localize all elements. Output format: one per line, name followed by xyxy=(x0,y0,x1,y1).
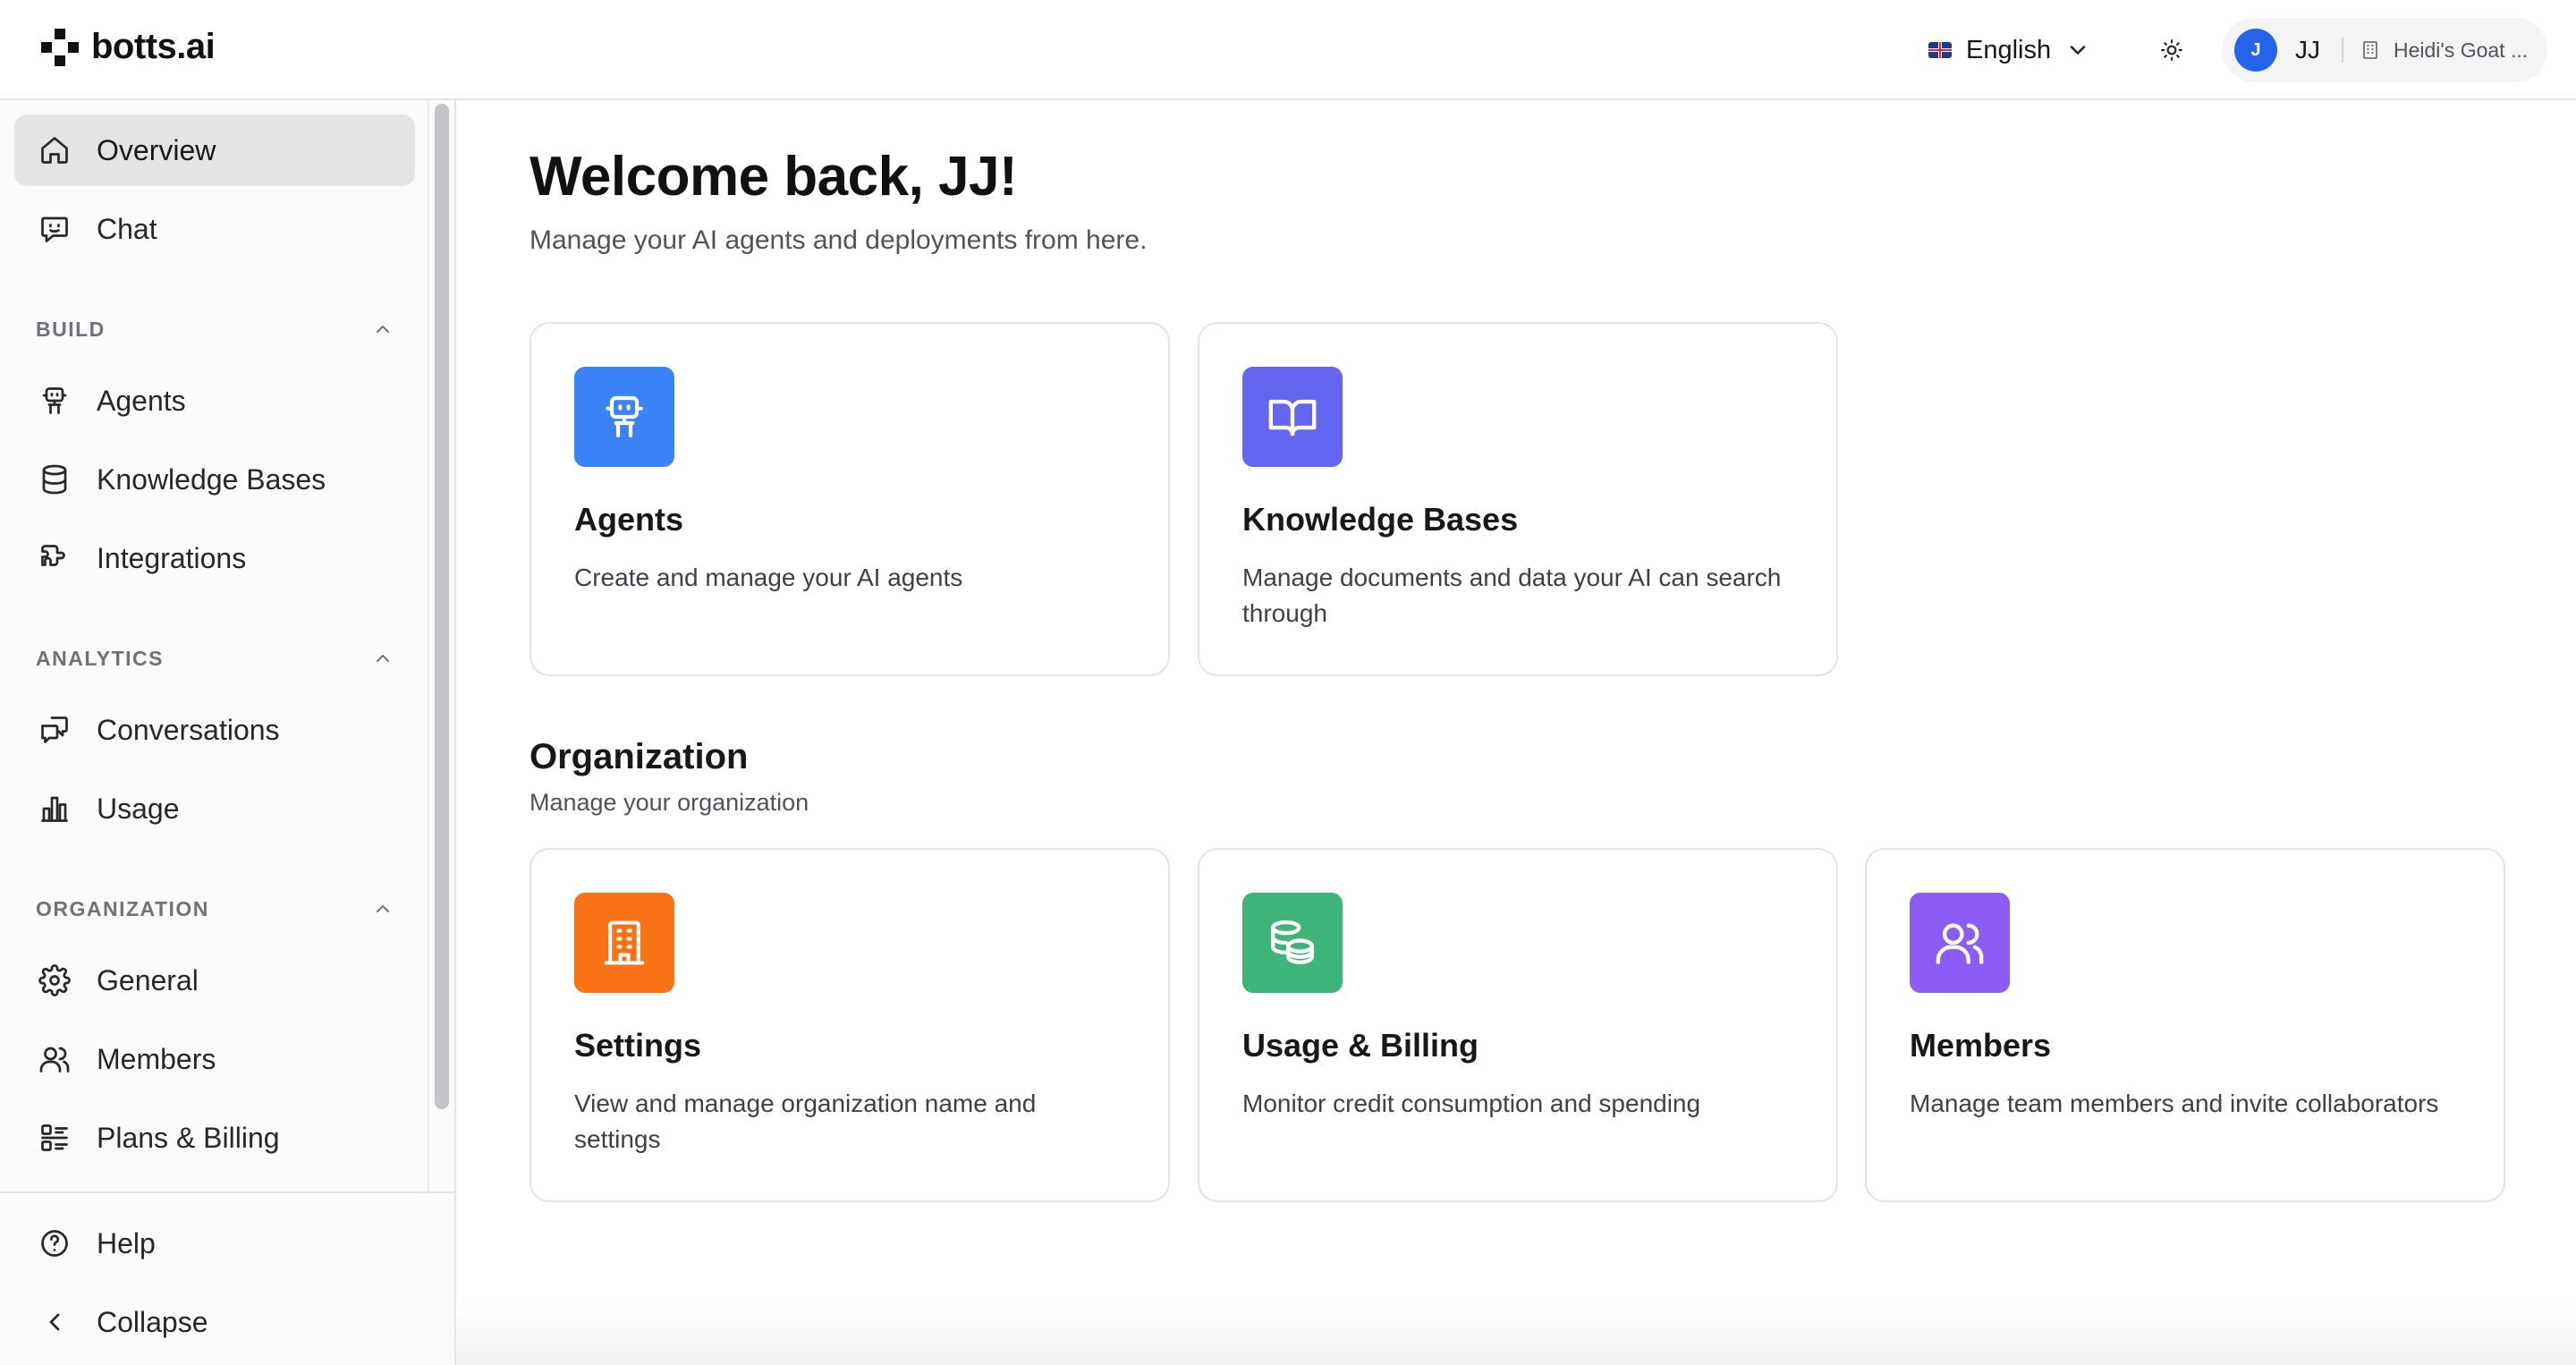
card-description: Manage documents and data your AI can se… xyxy=(1242,564,1782,627)
card-description: Create and manage your AI agents xyxy=(574,564,963,591)
sidebar-item-help[interactable]: Help xyxy=(14,1208,415,1279)
help-circle-icon xyxy=(38,1226,72,1260)
sidebar-item-label: Usage xyxy=(97,792,180,825)
chevron-left-icon xyxy=(38,1305,72,1339)
members-card[interactable]: Members Manage team members and invite c… xyxy=(1865,848,2505,1202)
sidebar-item-agents[interactable]: Agents xyxy=(14,365,415,437)
robot-icon xyxy=(574,367,674,467)
sidebar-item-integrations[interactable]: Integrations xyxy=(14,522,415,594)
settings-card[interactable]: Settings View and manage organization na… xyxy=(530,848,1170,1202)
organization-section-subtitle: Manage your organization xyxy=(530,789,809,816)
usage-billing-card[interactable]: Usage & Billing Monitor credit consumpti… xyxy=(1198,848,1838,1202)
card-description: View and manage organization name and se… xyxy=(574,1089,1037,1153)
avatar: J xyxy=(2234,29,2277,72)
main-content: Welcome back, JJ! Manage your AI agents … xyxy=(456,100,2576,1365)
sidebar-nav: Overview Chat BUILD Agents Knowledge Bas… xyxy=(0,100,429,1191)
sidebar-item-plans-billing[interactable]: Plans & Billing xyxy=(14,1102,415,1174)
sidebar-item-label: Collapse xyxy=(97,1305,208,1338)
app-name: botts.ai xyxy=(91,27,216,66)
card-title: Usage & Billing xyxy=(1242,1027,1479,1064)
page-subtitle: Manage your AI agents and deployments fr… xyxy=(530,225,1148,255)
coins-icon xyxy=(1242,893,1343,993)
chevron-down-icon xyxy=(2070,46,2086,55)
home-icon xyxy=(38,133,72,167)
users-icon xyxy=(1910,893,2010,993)
sidebar-item-usage[interactable]: Usage xyxy=(14,773,415,844)
account-switcher[interactable]: J JJ Heidi's Goat ... xyxy=(2222,18,2547,82)
language-selector[interactable]: English xyxy=(1928,27,2090,73)
sidebar-item-label: General xyxy=(97,963,199,996)
bottom-fade xyxy=(456,1293,2576,1365)
account-divider xyxy=(2342,38,2343,63)
sidebar-item-label: Plans & Billing xyxy=(97,1121,280,1154)
list-details-icon xyxy=(38,1121,72,1155)
sidebar-item-overview[interactable]: Overview xyxy=(14,114,415,186)
sidebar-item-label: Members xyxy=(97,1042,216,1075)
sidebar-item-chat[interactable]: Chat xyxy=(14,193,415,265)
top-bar: botts.ai English J JJ Heidi's Goat ... xyxy=(0,0,2576,100)
organization-name: Heidi's Goat ... xyxy=(2394,38,2529,62)
chevron-up-icon xyxy=(377,655,389,662)
uk-flag-icon xyxy=(1928,42,1952,58)
knowledge-bases-card[interactable]: Knowledge Bases Manage documents and dat… xyxy=(1198,322,1838,676)
chevron-up-icon xyxy=(377,326,389,333)
card-title: Agents xyxy=(574,501,684,538)
language-label: English xyxy=(1966,35,2052,64)
puzzle-icon xyxy=(38,541,72,575)
building-icon xyxy=(574,893,674,993)
sidebar-scrollbar[interactable] xyxy=(435,104,449,1109)
chat-bot-icon xyxy=(38,212,72,246)
sidebar-item-label: Chat xyxy=(97,212,157,245)
card-title: Members xyxy=(1910,1027,2052,1064)
sidebar-footer: Help Collapse xyxy=(0,1191,454,1365)
sidebar-item-label: Conversations xyxy=(97,713,280,746)
card-description: Monitor credit consumption and spending xyxy=(1242,1089,1701,1117)
theme-toggle-button[interactable] xyxy=(2150,29,2193,72)
sidebar-item-label: Overview xyxy=(97,133,216,166)
card-description: Manage team members and invite collabora… xyxy=(1910,1089,2439,1117)
sidebar-item-label: Help xyxy=(97,1226,156,1259)
sidebar: Overview Chat BUILD Agents Knowledge Bas… xyxy=(0,100,456,1365)
sidebar-item-knowledge-bases[interactable]: Knowledge Bases xyxy=(14,444,415,515)
conversations-icon xyxy=(38,713,72,747)
sidebar-item-conversations[interactable]: Conversations xyxy=(14,694,415,766)
section-build-toggle[interactable]: BUILD xyxy=(36,311,394,347)
organization-section-title: Organization xyxy=(530,737,749,776)
section-organization-toggle[interactable]: ORGANIZATION xyxy=(36,891,394,927)
bar-chart-icon xyxy=(38,792,72,826)
sidebar-collapse-button[interactable]: Collapse xyxy=(14,1286,415,1358)
app-logo[interactable]: botts.ai xyxy=(41,27,216,67)
section-analytics-toggle[interactable]: ANALYTICS xyxy=(36,640,394,676)
sidebar-item-label: Integrations xyxy=(97,541,247,574)
users-icon xyxy=(38,1042,72,1076)
book-open-icon xyxy=(1242,367,1343,467)
logo-mark-icon xyxy=(41,28,79,66)
agents-card[interactable]: Agents Create and manage your AI agents xyxy=(530,322,1170,676)
card-title: Knowledge Bases xyxy=(1242,501,1519,538)
sidebar-item-general[interactable]: General xyxy=(14,945,415,1016)
sidebar-item-label: Knowledge Bases xyxy=(97,462,326,496)
user-initials: JJ xyxy=(2295,36,2320,64)
sun-icon xyxy=(2161,39,2182,61)
gear-icon xyxy=(38,963,72,997)
section-label: ORGANIZATION xyxy=(36,896,209,920)
section-label: ANALYTICS xyxy=(36,646,164,670)
robot-icon xyxy=(38,384,72,418)
building-icon xyxy=(2363,41,2377,59)
chevron-up-icon xyxy=(377,905,389,912)
sidebar-item-label: Agents xyxy=(97,384,186,417)
section-label: BUILD xyxy=(36,317,106,341)
database-icon xyxy=(38,462,72,496)
sidebar-item-members[interactable]: Members xyxy=(14,1023,415,1095)
card-title: Settings xyxy=(574,1027,702,1064)
page-title: Welcome back, JJ! xyxy=(530,146,1018,208)
